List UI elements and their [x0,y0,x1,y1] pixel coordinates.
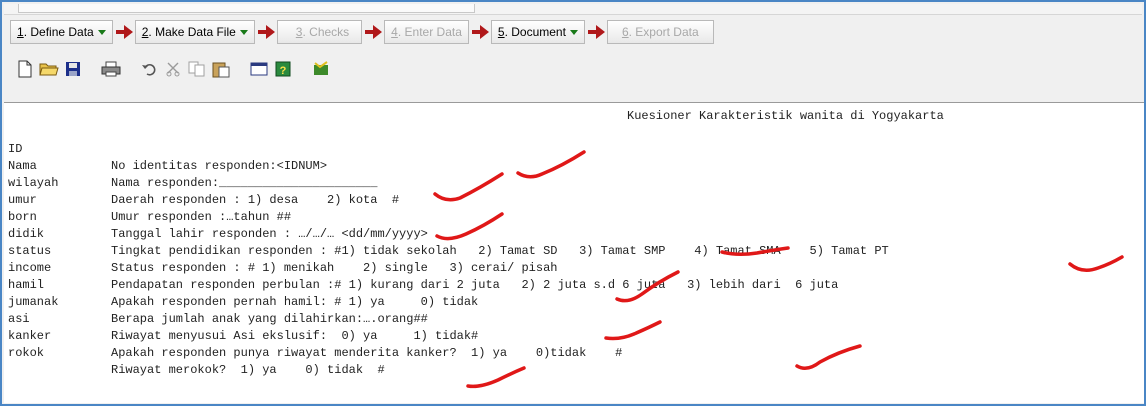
question-row: income Pendapatan responden perbulan :# … [8,243,838,292]
question-text: Riwayat merokok? 1) ya 0) tidak # [111,363,385,377]
question-text: Daerah responden : 1) desa 2) kota # [111,193,400,207]
application-window: 1. Define Data 2. Make Data File 3. Chec… [0,0,1146,406]
question-row: born Tanggal lahir responden : …/…/… <dd… [8,192,428,241]
arrow-right-icon [585,20,607,44]
question-text: Nama responden:______________________ [111,176,378,190]
question-text: Apakah responden punya riwayat menderita… [111,346,623,360]
question-row: umur Umur responden :…tahun ## [8,175,291,224]
question-text: Berapa jumlah anak yang dilahirkan:….ora… [111,312,428,326]
question-text: No identitas responden:<IDNUM> [111,159,328,173]
save-icon[interactable] [62,58,84,80]
question-text: Tanggal lahir responden : …/…/… <dd/mm/y… [111,227,428,241]
step-number: 4 [391,25,398,39]
window-top-strip [4,4,1142,15]
question-text: Umur responden :…tahun ## [111,210,292,224]
dropdown-caret-icon[interactable] [569,29,578,35]
step-label: . Document [504,25,566,39]
question-text: Tingkat pendidikan responden : #1) tidak… [111,244,889,258]
question-row: ID No identitas responden:<IDNUM> [8,124,327,173]
step-checks[interactable]: 3. Checks [276,20,363,44]
undo-icon[interactable] [138,58,160,80]
step-document[interactable]: 5. Document [490,20,585,44]
step-label: . Make Data File [148,25,236,39]
help-icon[interactable]: ? [272,58,294,80]
question-text: Apakah responden pernah hamil: # 1) ya 0… [111,295,479,309]
step-number: 6 [621,25,629,39]
step-number: 2 [141,25,149,39]
question-row: didik Tingkat pendidikan responden : #1)… [8,209,889,258]
arrow-right-icon [469,20,491,44]
question-row: asi Riwayat menyusui Asi ekslusif: 0) ya… [8,294,478,343]
data-icon[interactable] [310,58,332,80]
question-row: wilayah Daerah responden : 1) desa 2) ko… [8,158,399,207]
question-row: kanker Apakah responden punya riwayat me… [8,311,622,360]
step-label: . Export Data [628,25,699,39]
step-label: . Enter Data [397,25,462,39]
step-label: . Checks [302,25,350,39]
cut-icon[interactable] [162,58,184,80]
paste-icon[interactable] [210,58,232,80]
step-export-data[interactable]: 6. Export Data [606,20,714,44]
copy-icon[interactable] [186,58,208,80]
question-text: Riwayat menyusui Asi ekslusif: 0) ya 1) … [111,329,479,343]
svg-text:?: ? [280,65,287,77]
question-text: Status responden : # 1) menikah 2) singl… [111,261,558,275]
wizard-toolbar: 1. Define Data 2. Make Data File 3. Chec… [10,18,714,46]
window-icon[interactable] [248,58,270,80]
questionnaire-editor[interactable]: Kuesioner Karakteristik wanita di Yogyak… [4,102,1144,403]
step-number: 5 [497,25,505,39]
question-text: Pendapatan responden perbulan :# 1) kura… [111,278,839,292]
variable-name: rokok [8,346,45,360]
new-file-icon[interactable] [14,58,36,80]
step-enter-data[interactable]: 4. Enter Data [384,20,469,44]
print-icon[interactable] [100,58,122,80]
arrow-right-icon [255,20,277,44]
dropdown-caret-icon[interactable] [239,29,248,35]
questionnaire-title: Kuesioner Karakteristik wanita di Yogyak… [627,109,944,123]
arrow-right-icon [113,20,135,44]
step-define-data[interactable]: 1. Define Data [10,20,113,44]
question-row: Nama Nama responden:____________________… [8,141,377,190]
step-label: . Define Data [23,25,94,39]
dropdown-caret-icon[interactable] [97,29,106,35]
open-folder-icon[interactable] [38,58,60,80]
arrow-right-icon [362,20,384,44]
step-number: 3 [295,25,303,39]
step-make-data-file[interactable]: 2. Make Data File [134,20,255,44]
icon-toolbar: ? [14,56,334,82]
question-row: rokok Riwayat merokok? 1) ya 0) tidak # [8,328,385,377]
step-number: 1 [17,25,24,39]
question-row: status Status responden : # 1) menikah 2… [8,226,557,275]
question-row: hamil Apakah responden pernah hamil: # 1… [8,260,478,309]
question-row: jumanak Berapa jumlah anak yang dilahirk… [8,277,428,326]
